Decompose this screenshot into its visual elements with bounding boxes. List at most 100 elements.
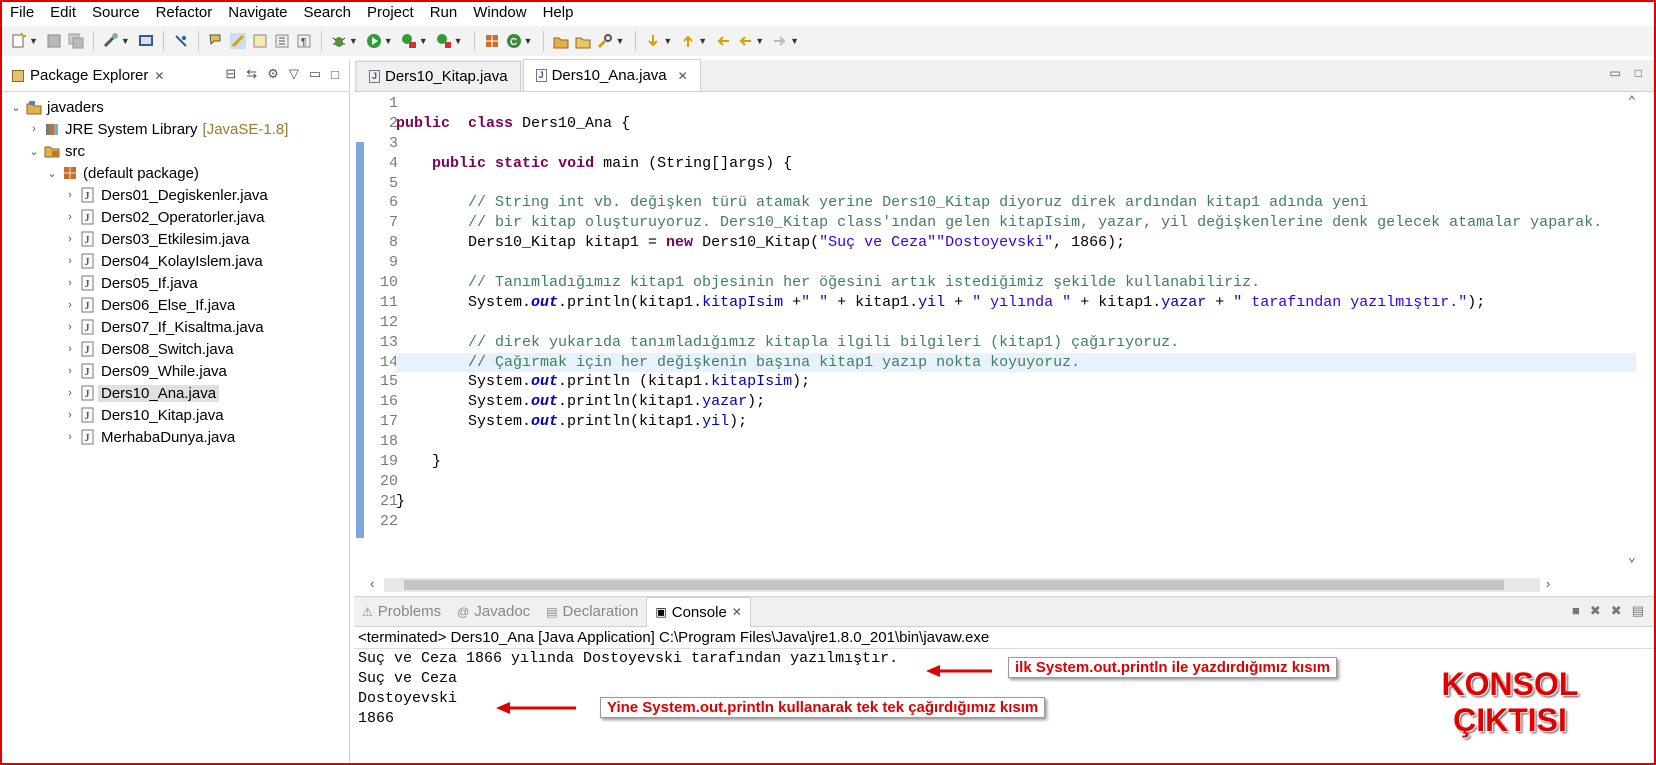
show-whitespace-icon[interactable] bbox=[273, 32, 291, 50]
code-line[interactable]: // String int vb. değişken türü atamak y… bbox=[396, 193, 1636, 213]
open-task-icon[interactable] bbox=[574, 32, 592, 50]
code-line[interactable]: public static void main (String[]args) { bbox=[396, 154, 1636, 174]
tree-item[interactable]: › J Ders06_Else_If.java bbox=[2, 294, 349, 316]
code-line[interactable] bbox=[396, 313, 1636, 333]
menu-edit[interactable]: Edit bbox=[42, 2, 84, 24]
code-line[interactable]: Ders10_Kitap kitap1 = new Ders10_Kitap("… bbox=[396, 233, 1636, 253]
chevron-right-icon[interactable]: › bbox=[64, 189, 76, 201]
maximize-icon[interactable]: □ bbox=[331, 67, 339, 82]
coverage-icon[interactable] bbox=[400, 32, 418, 50]
code-line[interactable]: System.out.println(kitap1.yil); bbox=[396, 412, 1636, 432]
paragraph-icon[interactable]: ¶ bbox=[295, 32, 313, 50]
tree-item[interactable]: › J Ders03_Etkilesim.java bbox=[2, 228, 349, 250]
new-package-icon[interactable] bbox=[483, 32, 501, 50]
chevron-right-icon[interactable]: › bbox=[64, 343, 76, 355]
skip-breakpoints-icon[interactable] bbox=[172, 32, 190, 50]
horizontal-scrollbar[interactable] bbox=[384, 578, 1540, 592]
terminate-icon[interactable]: ■ bbox=[1572, 603, 1580, 619]
code-line[interactable]: } bbox=[396, 492, 1636, 512]
tab-package-explorer[interactable]: Package Explorer ✕ bbox=[2, 60, 174, 92]
menu-source[interactable]: Source bbox=[84, 2, 148, 24]
chevron-down-icon[interactable]: ▼ bbox=[454, 36, 463, 46]
menu-navigate[interactable]: Navigate bbox=[220, 2, 295, 24]
mark-occurrences-icon[interactable] bbox=[229, 32, 247, 50]
view-menu-icon[interactable]: ▽ bbox=[289, 66, 299, 82]
tree-item[interactable]: › J Ders10_Kitap.java bbox=[2, 404, 349, 426]
code-line[interactable]: System.out.println(kitap1.kitapIsim +" "… bbox=[396, 293, 1636, 313]
chevron-down-icon[interactable]: ▼ bbox=[663, 36, 672, 46]
block-selection-icon[interactable] bbox=[251, 32, 269, 50]
chevron-down-icon[interactable]: ▼ bbox=[384, 36, 393, 46]
tab-ders10-kitap-java[interactable]: J Ders10_Kitap.java bbox=[356, 61, 521, 91]
chevron-down-icon[interactable]: ⌄ bbox=[28, 145, 40, 158]
run-icon[interactable] bbox=[365, 32, 383, 50]
chevron-right-icon[interactable]: › bbox=[64, 255, 76, 267]
new-icon[interactable] bbox=[10, 32, 28, 50]
code-line[interactable]: // bir kitap oluşturuyoruz. Ders10_Kitap… bbox=[396, 213, 1636, 233]
chevron-down-icon[interactable]: ⌄ bbox=[10, 101, 22, 114]
chevron-down-icon[interactable]: ▼ bbox=[790, 36, 799, 46]
save-all-icon[interactable] bbox=[67, 32, 85, 50]
tab-console[interactable]: ▣ Console ✕ bbox=[646, 596, 751, 627]
tree-item[interactable]: › J Ders08_Switch.java bbox=[2, 338, 349, 360]
tree-item[interactable]: › J Ders07_If_Kisaltma.java bbox=[2, 316, 349, 338]
chevron-down-icon[interactable]: ▼ bbox=[524, 36, 533, 46]
chevron-right-icon[interactable]: › bbox=[64, 409, 76, 421]
tree-item[interactable]: ⌄ src bbox=[2, 140, 349, 162]
chevron-right-icon[interactable]: › bbox=[64, 387, 76, 399]
back-icon[interactable] bbox=[736, 32, 754, 50]
terminal-icon[interactable] bbox=[137, 32, 155, 50]
tree-item[interactable]: › J Ders10_Ana.java bbox=[2, 382, 349, 404]
pin-console-icon[interactable]: ▤ bbox=[1632, 603, 1644, 619]
filters-icon[interactable]: ⚙ bbox=[267, 66, 279, 82]
chevron-right-icon[interactable]: › bbox=[64, 211, 76, 223]
menu-run[interactable]: Run bbox=[422, 2, 466, 24]
code-line[interactable]: } bbox=[396, 452, 1636, 472]
code-line[interactable] bbox=[396, 512, 1636, 532]
tree-item[interactable]: ⌄ javaders bbox=[2, 96, 349, 118]
chevron-right-icon[interactable]: › bbox=[64, 299, 76, 311]
tree-item[interactable]: › J Ders01_Degiskenler.java bbox=[2, 184, 349, 206]
chevron-right-icon[interactable]: › bbox=[64, 431, 76, 443]
close-icon[interactable]: ✕ bbox=[732, 605, 742, 619]
tree-item[interactable]: › JRE System Library [JavaSE-1.8] bbox=[2, 118, 349, 140]
link-with-editor-icon[interactable]: ⇆ bbox=[246, 66, 257, 82]
build-icon[interactable] bbox=[102, 32, 120, 50]
collapse-all-icon[interactable]: ⊟ bbox=[225, 66, 236, 82]
code-line[interactable]: // Tanımladığımız kitap1 objesinin her ö… bbox=[396, 273, 1636, 293]
chevron-down-icon[interactable]: ⌄ bbox=[46, 167, 58, 180]
tree-item[interactable]: › J Ders05_If.java bbox=[2, 272, 349, 294]
chevron-down-icon[interactable]: ▼ bbox=[349, 36, 358, 46]
code-line[interactable] bbox=[396, 432, 1636, 452]
chevron-down-icon[interactable]: ▼ bbox=[755, 36, 764, 46]
tab-javadoc[interactable]: @ Javadoc bbox=[449, 597, 538, 627]
chevron-right-icon[interactable]: › bbox=[64, 321, 76, 333]
code-line[interactable] bbox=[396, 174, 1636, 194]
last-edit-icon[interactable] bbox=[714, 32, 732, 50]
code-line[interactable] bbox=[396, 253, 1636, 273]
chevron-down-icon[interactable]: ▼ bbox=[419, 36, 428, 46]
menu-file[interactable]: File bbox=[2, 2, 42, 24]
chevron-down-icon[interactable]: ▼ bbox=[121, 36, 130, 46]
chevron-down-icon[interactable]: ▼ bbox=[698, 36, 707, 46]
forward-icon[interactable] bbox=[771, 32, 789, 50]
chevron-right-icon[interactable]: › bbox=[64, 277, 76, 289]
tree-item[interactable]: ⌄ (default package) bbox=[2, 162, 349, 184]
chevron-up-icon[interactable]: ⌃ bbox=[1628, 94, 1636, 109]
tab-ders10-ana-java[interactable]: J Ders10_Ana.java ✕ bbox=[522, 59, 701, 91]
open-type-icon[interactable] bbox=[552, 32, 570, 50]
search-icon[interactable] bbox=[596, 32, 614, 50]
menu-help[interactable]: Help bbox=[535, 2, 582, 24]
tree-item[interactable]: › J Ders02_Operatorler.java bbox=[2, 206, 349, 228]
new-class-icon[interactable]: C bbox=[505, 32, 523, 50]
chevron-right-icon[interactable]: › bbox=[1546, 576, 1550, 591]
chevron-down-icon[interactable]: ⌄ bbox=[1628, 550, 1636, 565]
remove-launch-icon[interactable]: ✖ bbox=[1590, 603, 1601, 619]
chevron-left-icon[interactable]: ‹ bbox=[370, 576, 374, 591]
debug-icon[interactable] bbox=[330, 32, 348, 50]
scrollbar-thumb[interactable] bbox=[404, 580, 1504, 590]
chevron-down-icon[interactable]: ▼ bbox=[615, 36, 624, 46]
minimize-icon[interactable]: ▭ bbox=[1609, 66, 1620, 80]
chevron-right-icon[interactable]: › bbox=[64, 233, 76, 245]
menu-refactor[interactable]: Refactor bbox=[148, 2, 221, 24]
